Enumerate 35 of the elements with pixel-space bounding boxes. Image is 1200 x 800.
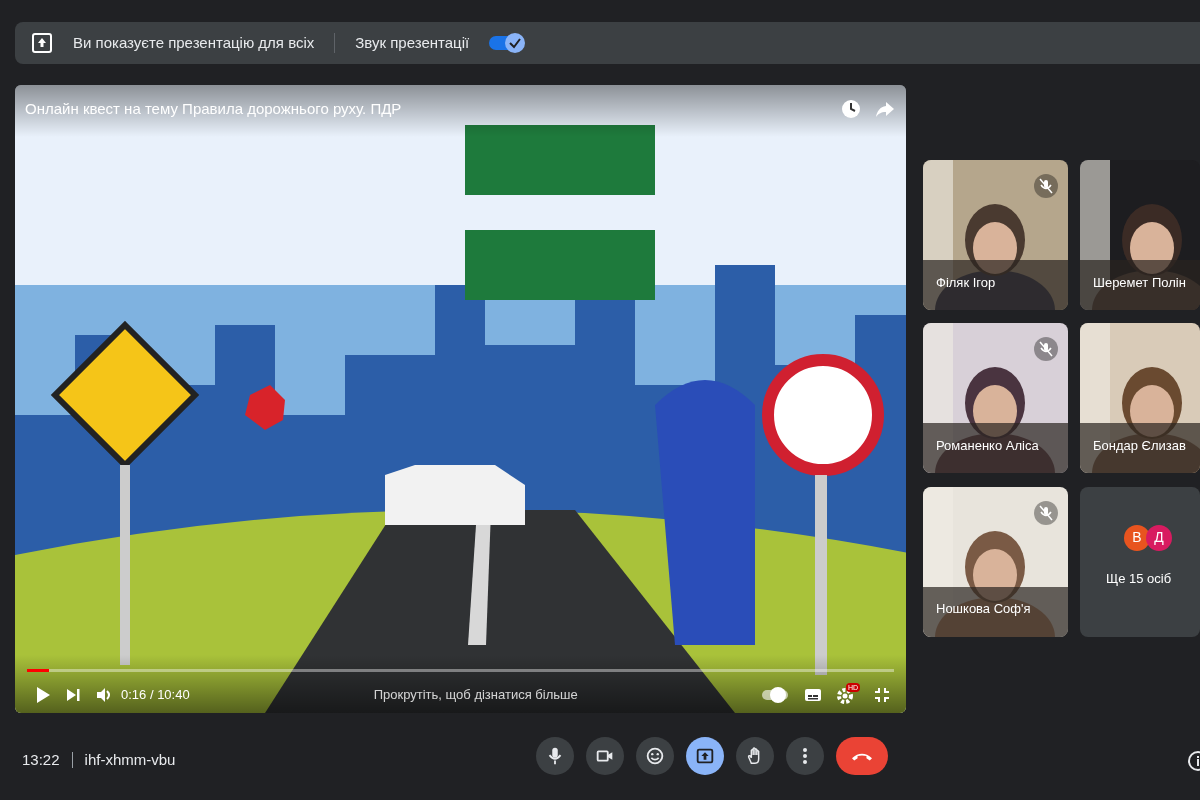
avatar: Д xyxy=(1146,524,1172,551)
audio-label: Звук презентації xyxy=(355,32,470,53)
more-vertical-icon xyxy=(802,747,808,765)
scroll-hint: Прокрутіть, щоб дізнатися більше xyxy=(373,686,579,705)
participant-name: Бондар Єлизав xyxy=(1093,436,1186,455)
sharing-message: Ви показуєте презентацію для всіх xyxy=(73,32,315,53)
emoji-button[interactable] xyxy=(636,737,674,775)
subtitles-icon[interactable] xyxy=(804,688,822,702)
participant-name: Філяк Ігор xyxy=(936,273,996,292)
smiley-icon xyxy=(644,745,666,767)
participant-name: Романенко Аліса xyxy=(936,436,1039,455)
more-participants-label: Ще 15 осіб xyxy=(1106,569,1172,588)
check-icon xyxy=(508,36,523,50)
more-participants-tile[interactable]: В Д Ще 15 осіб xyxy=(1080,486,1200,637)
play-icon[interactable] xyxy=(35,686,51,704)
phone-hangup-icon xyxy=(852,751,872,761)
autoplay-toggle[interactable] xyxy=(762,687,790,703)
present-button[interactable] xyxy=(686,737,724,775)
next-icon[interactable] xyxy=(65,687,81,703)
more-options-button[interactable] xyxy=(786,737,824,775)
video-time: 0:16 / 10:40 xyxy=(121,686,190,705)
meeting-code: ihf-xhmm-vbu xyxy=(84,749,176,770)
participant-name: Ношкова Соф'я xyxy=(936,600,1031,619)
audio-toggle[interactable] xyxy=(489,33,526,53)
participant-name: Шеремет Полін xyxy=(1093,273,1186,292)
camera-button[interactable] xyxy=(586,737,624,775)
present-screen-icon xyxy=(31,32,53,54)
leave-call-button[interactable] xyxy=(836,737,888,775)
microphone-button[interactable] xyxy=(536,737,574,775)
raise-hand-button[interactable] xyxy=(736,737,774,775)
meeting-time: 13:22 xyxy=(22,749,60,770)
clock-icon[interactable] xyxy=(840,98,862,120)
avatar: В xyxy=(1124,524,1150,551)
volume-icon[interactable] xyxy=(95,686,113,704)
exit-fullscreen-icon[interactable] xyxy=(874,687,890,703)
